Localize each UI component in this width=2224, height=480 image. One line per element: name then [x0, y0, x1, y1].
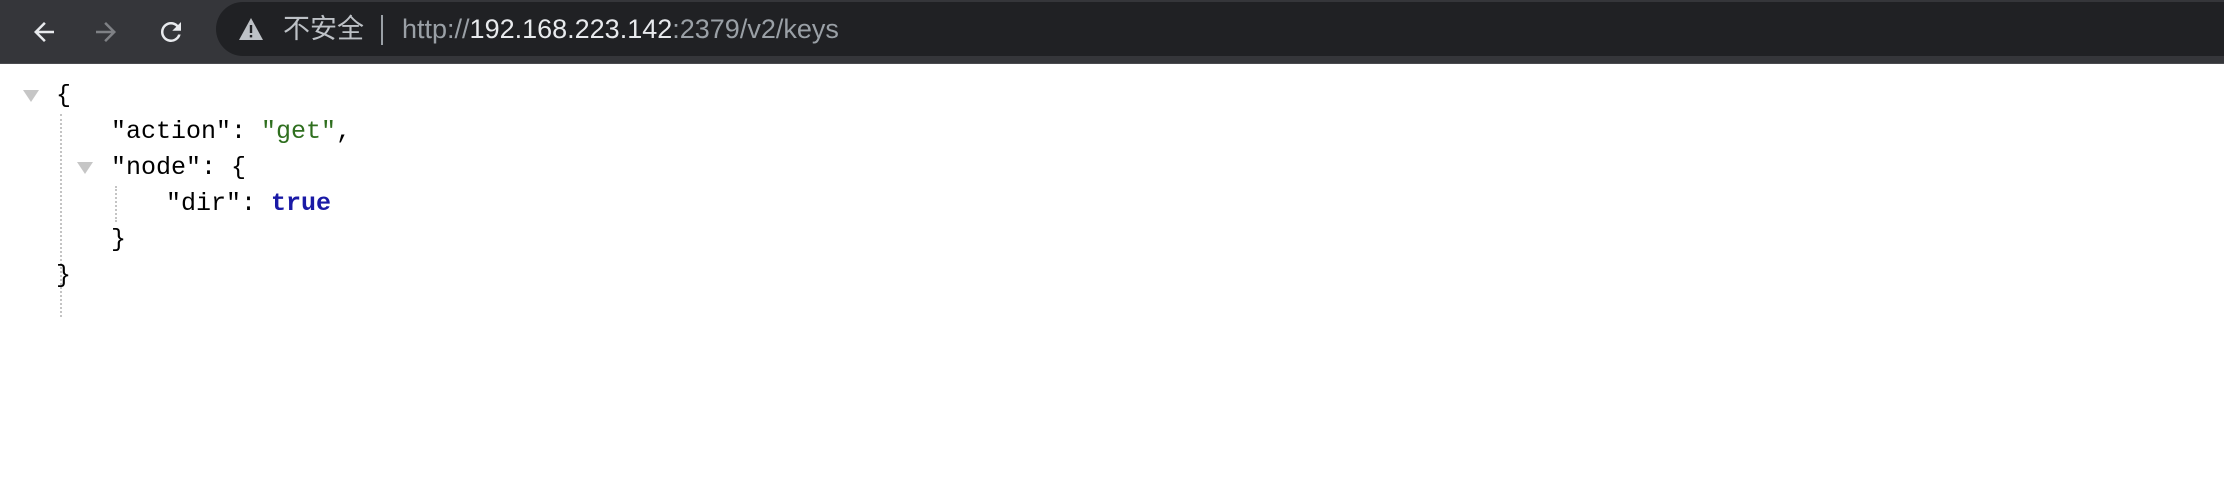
json-viewer: { "action": "get", "node": { "dir": true… [0, 64, 2224, 480]
json-root-close: } [56, 261, 72, 290]
arrow-right-icon [96, 22, 116, 42]
json-key-node: "node" [111, 153, 202, 182]
warning-triangle-icon[interactable] [238, 17, 264, 41]
json-value-dir: true [271, 189, 332, 218]
url-text[interactable]: http://192.168.223.142:2379/v2/keys [402, 2, 839, 56]
json-root-open: { [56, 81, 72, 110]
collapse-toggle-node-icon[interactable] [77, 162, 93, 174]
json-node-close: } [111, 225, 127, 254]
security-status-label[interactable]: 不安全 [283, 2, 364, 56]
json-line-node: "node": { [111, 153, 247, 182]
reload-icon [160, 21, 181, 42]
collapse-toggle-root-icon[interactable] [23, 90, 39, 102]
arrow-left-icon [34, 22, 54, 42]
json-key-dir: "dir" [166, 189, 242, 218]
url-scheme: http:// [402, 14, 470, 44]
url-host: 192.168.223.142 [469, 14, 673, 44]
back-button[interactable] [22, 10, 66, 54]
forward-button[interactable] [84, 10, 128, 54]
json-key-action: "action" [111, 117, 232, 146]
json-value-action: "get" [261, 117, 337, 146]
reload-button[interactable] [149, 10, 193, 54]
json-indent-guide-node [115, 186, 117, 222]
browser-toolbar: 不安全 http://192.168.223.142:2379/v2/keys [0, 0, 2224, 64]
omnibox-divider [381, 15, 383, 45]
address-bar[interactable]: 不安全 http://192.168.223.142:2379/v2/keys [216, 2, 2224, 56]
json-line-action: "action": "get", [111, 117, 352, 146]
json-line-dir: "dir": true [166, 189, 332, 218]
url-path: :2379/v2/keys [672, 14, 839, 44]
